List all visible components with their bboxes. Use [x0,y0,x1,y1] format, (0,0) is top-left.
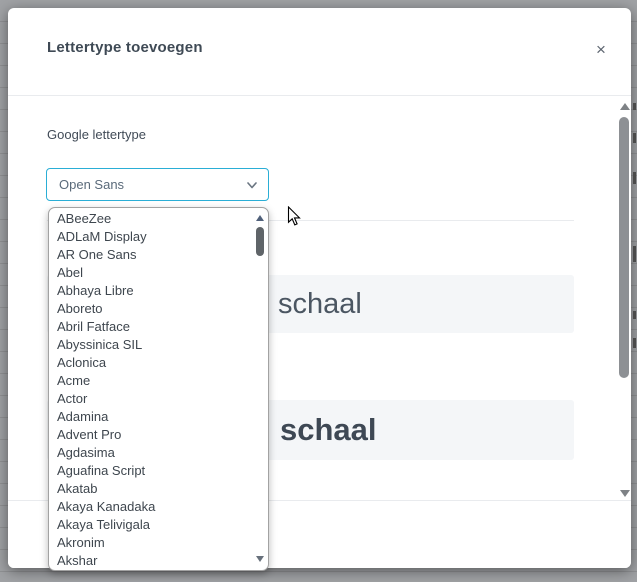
font-option[interactable]: AR One Sans [49,246,252,264]
font-option[interactable]: Aguafina Script [49,462,252,480]
modal-header: Lettertype toevoegen × [8,8,631,96]
font-option[interactable]: Abhaya Libre [49,282,252,300]
font-option[interactable]: Akatab [49,480,252,498]
scroll-down-icon[interactable] [256,556,264,562]
font-option[interactable]: Abel [49,264,252,282]
scroll-up-icon[interactable] [620,103,630,110]
scrollbar-thumb[interactable] [619,117,629,378]
font-option[interactable]: Akronim [49,534,252,552]
background-page-fragment [633,311,636,319]
background-page-fragment [633,172,636,184]
font-option[interactable]: Akaya Telivigala [49,516,252,534]
preview-text-bold: schaal [280,412,377,447]
dropdown-scrollbar[interactable] [252,208,268,570]
modal-scrollbar[interactable] [617,95,631,501]
font-option[interactable]: Abyssinica SIL [49,336,252,354]
font-option[interactable]: Akshar [49,552,252,570]
font-option[interactable]: Actor [49,390,252,408]
font-option[interactable]: Acme [49,372,252,390]
mouse-cursor-icon [287,206,301,226]
close-icon[interactable]: × [589,38,613,62]
scrollbar-thumb[interactable] [256,227,264,256]
scroll-up-icon[interactable] [256,215,264,221]
font-option[interactable]: Abril Fatface [49,318,252,336]
preview-text-regular: schaal [278,287,362,320]
font-option[interactable]: Akaya Kanadaka [49,498,252,516]
background-page-fragment [633,246,636,262]
background-page-fragment [633,103,636,110]
page-overlay: Lettertype toevoegen × Google lettertype… [0,0,637,582]
font-option[interactable]: ADLaM Display [49,228,252,246]
select-value: Open Sans [59,177,125,192]
google-font-select[interactable]: Open Sans [46,168,269,201]
background-page-fragment [633,338,636,348]
modal-title: Lettertype toevoegen [47,39,203,56]
font-option[interactable]: Agdasima [49,444,252,462]
font-option[interactable]: Aclonica [49,354,252,372]
scroll-down-icon[interactable] [620,490,630,497]
font-option[interactable]: Adamina [49,408,252,426]
background-page-fragment [633,133,636,143]
chevron-down-icon [247,182,257,189]
font-option[interactable]: Aboreto [49,300,252,318]
font-dropdown-list: ABeeZee ADLaM Display AR One Sans Abel Abhay… [48,207,269,571]
font-option[interactable]: ABeeZee [49,210,252,228]
font-option[interactable]: Advent Pro [49,426,252,444]
font-option-list: ABeeZee ADLaM Display AR One Sans Abel Abhay… [49,210,252,570]
google-font-label: Google lettertype [47,127,147,142]
